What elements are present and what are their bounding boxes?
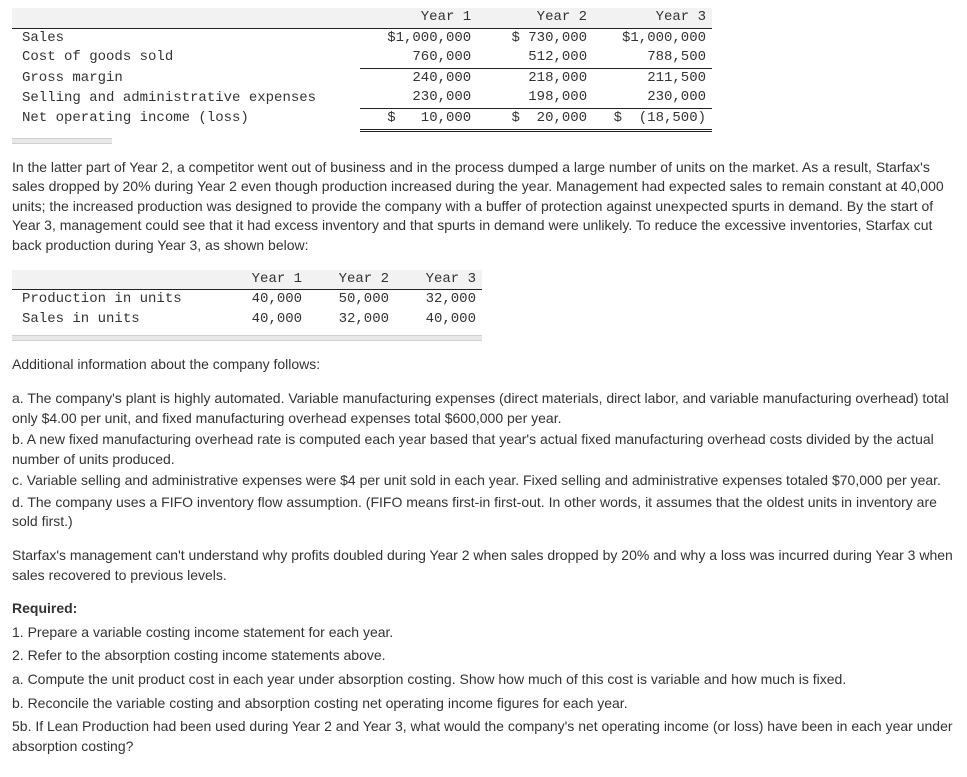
info-list: a. The company's plant is highly automat… (12, 389, 955, 532)
item-b: b. A new fixed manufacturing overhead ra… (12, 430, 955, 469)
col-year2: Year 2 (477, 8, 593, 28)
req-1: 1. Prepare a variable costing income sta… (12, 623, 955, 643)
required-label: Required: (12, 599, 955, 619)
req-2: 2. Refer to the absorption costing incom… (12, 646, 955, 666)
paragraph-question: Starfax's management can't understand wh… (12, 546, 955, 585)
row-gross-margin: Gross margin 240,000 218,000 211,500 (12, 68, 712, 88)
row-cogs: Cost of goods sold 760,000 512,000 788,5… (12, 48, 712, 68)
item-d: d. The company uses a FIFO inventory flo… (12, 493, 955, 532)
required-section: Required: 1. Prepare a variable costing … (12, 599, 955, 756)
blank-header (12, 8, 360, 28)
col2-year3: Year 3 (395, 270, 482, 290)
scroll-indicator-2[interactable] (12, 335, 482, 341)
scroll-indicator[interactable] (12, 138, 112, 144)
col-year3: Year 3 (593, 8, 712, 28)
additional-info-intro: Additional information about the company… (12, 355, 955, 375)
col2-year1: Year 1 (221, 270, 308, 290)
row-sales: Sales $1,000,000 $ 730,000 $1,000,000 (12, 28, 712, 48)
paragraph-context: In the latter part of Year 2, a competit… (12, 158, 955, 256)
item-c: c. Variable selling and administrative e… (12, 471, 955, 491)
req-5b: 5b. If Lean Production had been used dur… (12, 717, 955, 756)
col2-year2: Year 2 (308, 270, 395, 290)
income-statement-table: Year 1 Year 2 Year 3 Sales $1,000,000 $ … (12, 8, 712, 132)
units-table: Year 1 Year 2 Year 3 Production in units… (12, 270, 482, 330)
blank-header-2 (12, 270, 221, 290)
row-noi: Net operating income (loss) $ 10,000 $ 2… (12, 108, 712, 130)
req-2a: a. Compute the unit product cost in each… (12, 670, 955, 690)
col-year1: Year 1 (360, 8, 477, 28)
item-a: a. The company's plant is highly automat… (12, 389, 955, 428)
row-sales-units: Sales in units 40,000 32,000 40,000 (12, 310, 482, 330)
row-production: Production in units 40,000 50,000 32,000 (12, 290, 482, 310)
req-2b: b. Reconcile the variable costing and ab… (12, 694, 955, 714)
row-sae: Selling and administrative expenses 230,… (12, 88, 712, 108)
